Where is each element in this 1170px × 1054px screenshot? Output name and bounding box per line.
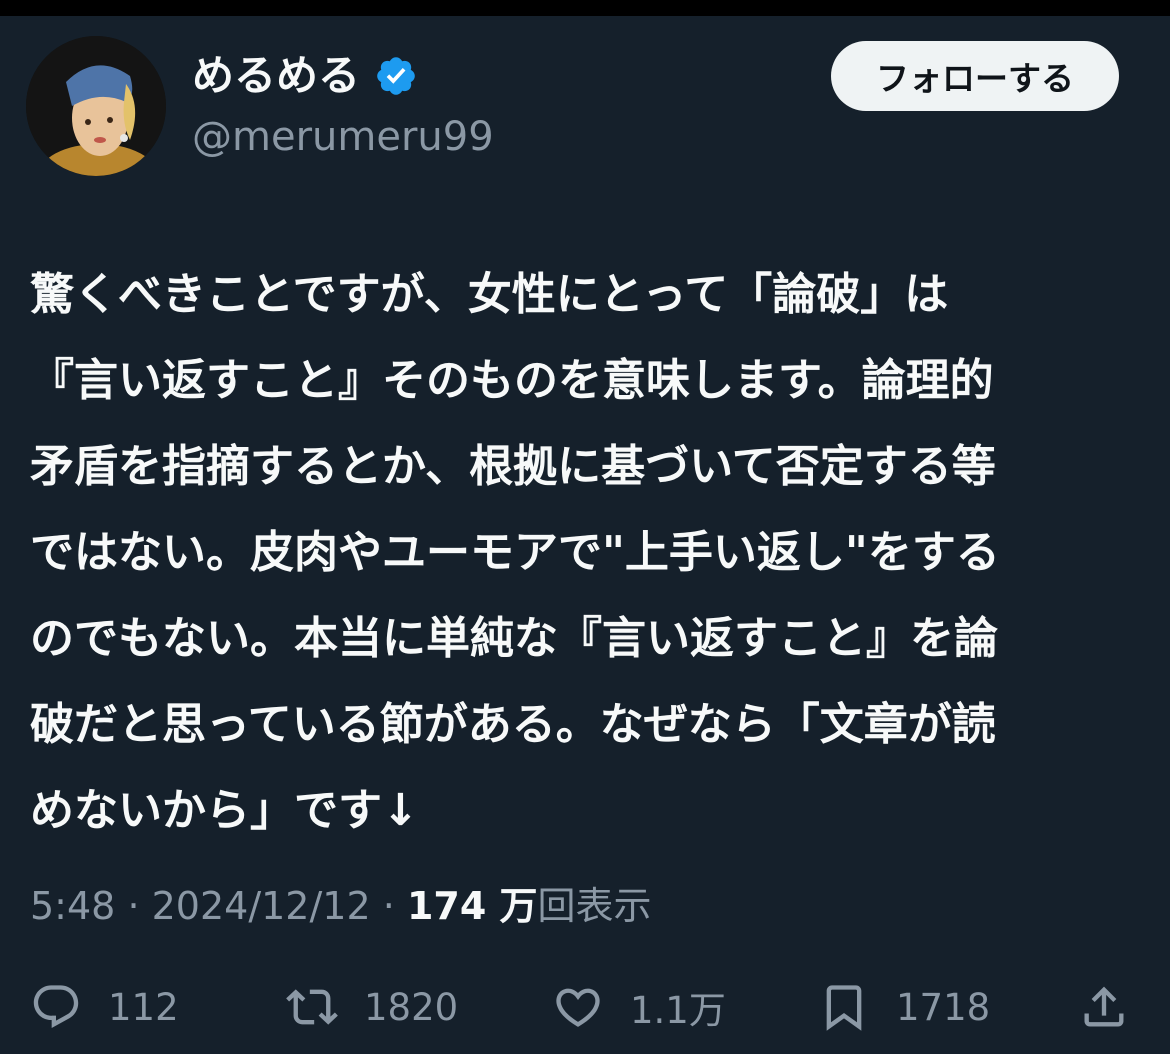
status-bar <box>0 0 1170 16</box>
action-bar: 112 1820 1.1万 1718 <box>0 972 1170 1042</box>
tweet-line: 驚くべきことですが、女性にとって「論破」は <box>30 269 949 320</box>
tweet-time[interactable]: 5:48 <box>30 884 115 928</box>
tweet-meta: 5:48 · 2024/12/12 · 174 万回表示 <box>30 876 652 936</box>
verified-badge-icon <box>374 54 418 98</box>
like-button[interactable]: 1.1万 <box>552 972 726 1042</box>
retweet-button[interactable]: 1820 <box>286 972 458 1042</box>
tweet-line: 矛盾を指摘するとか、根拠に基づいて否定する等 <box>30 441 996 492</box>
bookmark-button[interactable]: 1718 <box>818 972 990 1042</box>
reply-count: 112 <box>108 985 179 1029</box>
retweet-icon <box>286 981 338 1033</box>
share-button[interactable] <box>1078 972 1130 1042</box>
tweet-line: 破だと思っている節がある。なぜなら「文章が読 <box>30 699 996 750</box>
retweet-count: 1820 <box>364 985 459 1029</box>
views-label: 回表示 <box>537 884 652 928</box>
follow-button[interactable]: フォローする <box>831 41 1119 111</box>
heart-icon <box>552 981 604 1033</box>
bookmark-count: 1718 <box>896 985 991 1029</box>
views-count[interactable]: 174 万 <box>407 884 538 928</box>
bookmark-icon <box>818 981 870 1033</box>
avatar[interactable] <box>26 36 166 176</box>
meta-separator: · <box>127 884 140 928</box>
tweet-line: のでもない。本当に単純な『言い返すこと』を論 <box>30 613 998 664</box>
tweet-line: ではない。皮肉やユーモアで"上手い返し"をする <box>30 527 1000 578</box>
share-icon <box>1078 981 1130 1033</box>
meta-separator: · <box>382 884 395 928</box>
tweet-line: 『言い返すこと』そのものを意味します。論理的 <box>30 355 994 406</box>
tweet-text: 驚くべきことですが、女性にとって「論破」は 『言い返すこと』そのものを意味します… <box>30 252 1140 854</box>
author-handle[interactable]: @merumeru99 <box>192 110 494 164</box>
tweet-date[interactable]: 2024/12/12 <box>152 884 371 928</box>
reply-button[interactable]: 112 <box>30 972 179 1042</box>
author-display-name[interactable]: めるめる <box>192 46 360 106</box>
tweet-line: めないから」です↓ <box>30 785 419 836</box>
reply-icon <box>30 981 82 1033</box>
avatar-image <box>26 36 166 176</box>
like-count: 1.1万 <box>630 989 726 1032</box>
author-name-row[interactable]: めるめる <box>192 46 418 106</box>
